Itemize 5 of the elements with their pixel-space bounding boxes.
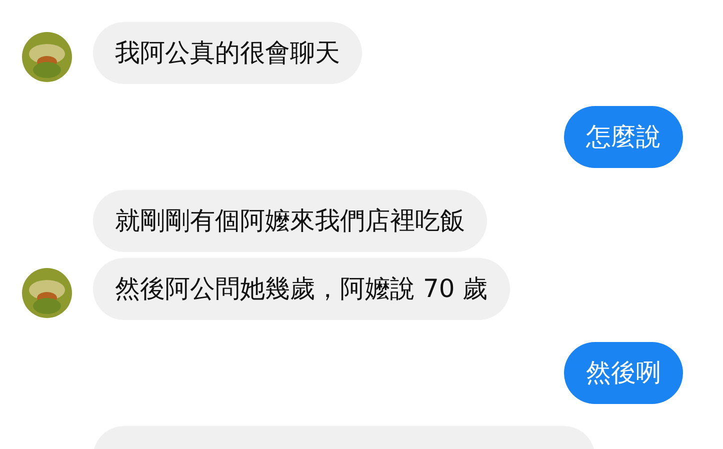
message-bubble: 然後阿公問她幾歲，阿嬤說 70 歲 xyxy=(93,258,510,320)
message-bubble: 我阿公真的很會聊天 xyxy=(93,22,362,84)
message-bubble: 就剛剛有個阿嬤來我們店裡吃飯 xyxy=(93,190,487,252)
message-bubble: 怎麼說 xyxy=(564,106,683,168)
message-bubble: 然後咧 xyxy=(564,342,683,404)
